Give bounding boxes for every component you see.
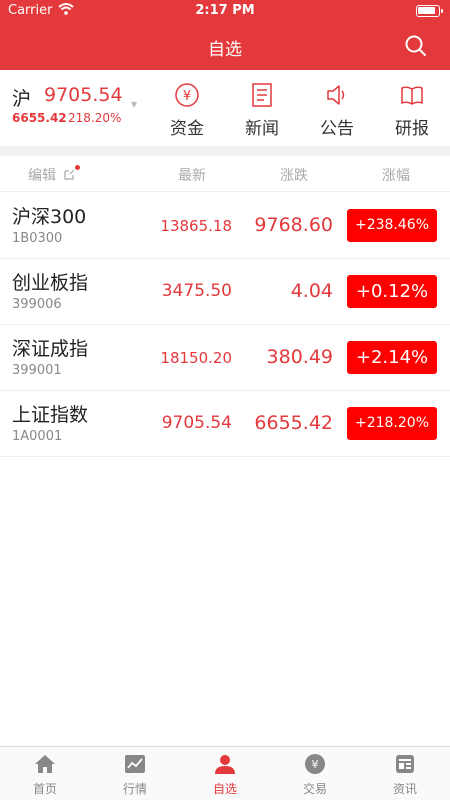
column-latest[interactable]: 最新 <box>178 165 206 185</box>
tab-label: 行情 <box>122 782 147 796</box>
column-change[interactable]: 涨跌 <box>280 165 308 185</box>
speaker-icon <box>327 85 345 105</box>
tab-news[interactable]: 资讯 <box>360 753 450 797</box>
index-summary-bar: 沪 9705.54 6655.42 218.20% ▼ ¥ 资金 新闻 公告 研… <box>0 70 450 146</box>
quick-link-label: 研报 <box>395 119 429 139</box>
person-icon <box>215 755 235 774</box>
quick-link-label: 资金 <box>170 119 204 139</box>
stock-name: 深证成指 <box>12 338 89 360</box>
section-divider <box>0 146 450 156</box>
search-button[interactable] <box>404 34 428 58</box>
stock-latest: 3475.50 <box>161 281 232 301</box>
tab-home[interactable]: 首页 <box>0 753 90 797</box>
index-change: 6655.42 <box>12 111 67 125</box>
quick-link-news[interactable]: 新闻 <box>232 82 292 139</box>
stock-name: 上证指数 <box>12 404 89 426</box>
change-pct-badge[interactable]: +2.14% <box>347 341 437 374</box>
stock-change: 9768.60 <box>254 214 333 236</box>
quick-link-research[interactable]: 研报 <box>382 82 442 139</box>
index-value: 9705.54 <box>44 84 123 106</box>
watchlist-column-header: 编辑 最新 涨跌 涨幅 <box>0 156 450 192</box>
stock-change: 4.04 <box>290 280 333 302</box>
bottom-tab-bar: 首页 行情 自选 ¥ 交易 资讯 <box>0 746 450 800</box>
tab-label: 交易 <box>302 782 327 796</box>
yuan-coin-icon: ¥ <box>175 83 199 107</box>
stock-latest: 9705.54 <box>161 413 232 433</box>
svg-text:¥: ¥ <box>183 89 191 104</box>
svg-text:¥: ¥ <box>312 758 319 771</box>
table-row[interactable]: 创业板指 399006 3475.50 4.04 +0.12% <box>0 259 450 325</box>
tab-trade[interactable]: ¥ 交易 <box>270 753 360 797</box>
chart-icon <box>125 755 145 773</box>
open-book-icon <box>401 86 423 105</box>
trade-yuan-icon: ¥ <box>305 754 325 774</box>
quick-link-label: 新闻 <box>245 119 279 139</box>
dropdown-arrow-icon[interactable]: ▼ <box>131 100 137 109</box>
stock-code: 1A0001 <box>12 429 63 444</box>
table-row[interactable]: 上证指数 1A0001 9705.54 6655.42 +218.20% <box>0 391 450 457</box>
quick-link-label: 公告 <box>320 119 354 139</box>
app-header: Carrier 2:17 PM 自选 <box>0 0 450 70</box>
stock-name: 创业板指 <box>12 272 89 294</box>
status-bar: Carrier 2:17 PM <box>0 0 450 22</box>
notification-dot <box>75 165 80 170</box>
table-row[interactable]: 沪深300 1B0300 13865.18 9768.60 +238.46% <box>0 193 450 259</box>
status-time: 2:17 PM <box>195 3 255 18</box>
edit-icon <box>64 169 75 180</box>
search-icon <box>405 35 426 56</box>
battery-icon <box>416 5 443 17</box>
stock-code: 399006 <box>12 297 62 312</box>
stock-change: 6655.42 <box>254 412 333 434</box>
newspaper-icon <box>396 755 414 773</box>
tab-market[interactable]: 行情 <box>90 753 180 797</box>
quick-link-funds[interactable]: ¥ 资金 <box>157 82 217 139</box>
stock-code: 399001 <box>12 363 62 378</box>
quick-link-announcements[interactable]: 公告 <box>307 82 367 139</box>
edit-label: 编辑 <box>28 168 56 184</box>
tab-label: 资讯 <box>392 782 417 796</box>
stock-change: 380.49 <box>266 346 333 368</box>
tab-label: 首页 <box>32 782 57 796</box>
tab-watchlist[interactable]: 自选 <box>180 753 270 797</box>
stock-latest: 13865.18 <box>160 217 232 235</box>
stock-name: 沪深300 <box>12 206 87 228</box>
index-name: 沪 <box>12 88 32 110</box>
change-pct-badge[interactable]: +0.12% <box>347 275 437 308</box>
index-change-pct: 218.20% <box>68 111 122 125</box>
column-change-pct[interactable]: 涨幅 <box>382 165 410 185</box>
stock-latest: 18150.20 <box>160 349 232 367</box>
news-document-icon <box>252 83 272 107</box>
table-row[interactable]: 深证成指 399001 18150.20 380.49 +2.14% <box>0 325 450 391</box>
home-icon <box>35 755 55 773</box>
tab-label: 自选 <box>212 782 237 796</box>
edit-button[interactable]: 编辑 <box>28 165 76 185</box>
change-pct-badge[interactable]: +218.20% <box>347 407 437 440</box>
change-pct-badge[interactable]: +238.46% <box>347 209 437 242</box>
stock-code: 1B0300 <box>12 231 63 246</box>
page-title: 自选 <box>208 40 242 60</box>
